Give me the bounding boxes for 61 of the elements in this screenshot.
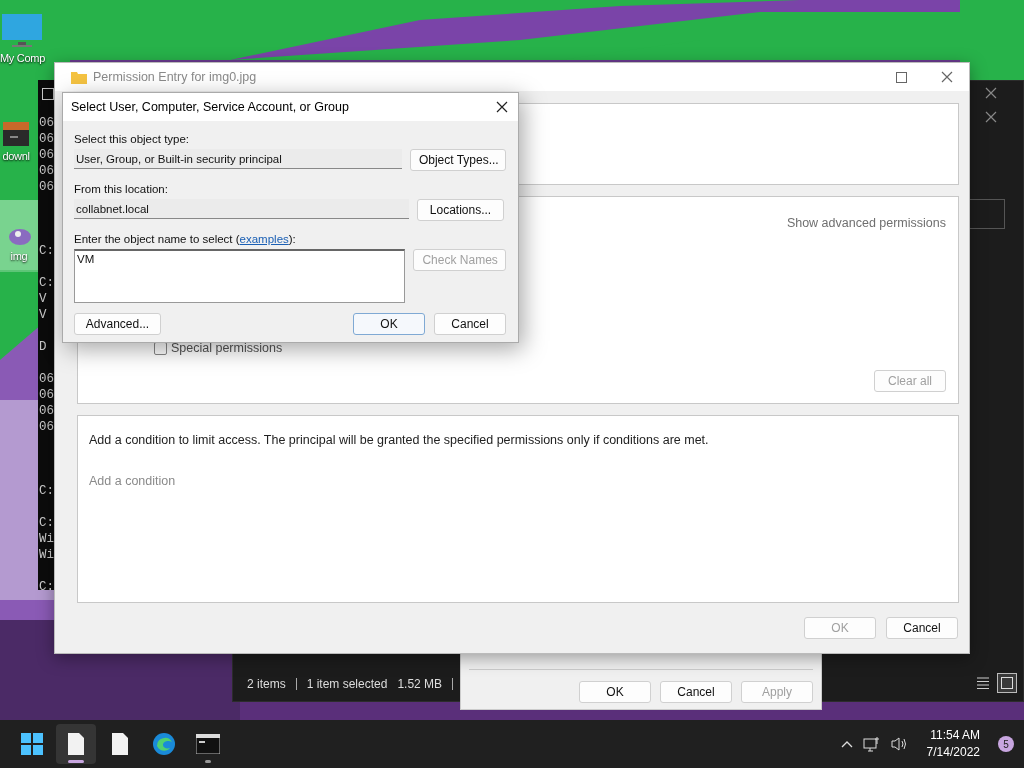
- console-text: C:: [39, 243, 54, 259]
- console-text: Wi: [39, 531, 54, 547]
- folder-icon: [71, 70, 87, 84]
- terminal-icon[interactable]: [196, 734, 220, 754]
- browser-icon[interactable]: [152, 732, 176, 756]
- notification-badge[interactable]: 5: [998, 736, 1014, 752]
- console-text: C:: [39, 275, 54, 291]
- field-label: From this location:: [74, 183, 169, 195]
- console-text: V: [39, 307, 47, 323]
- file-icon[interactable]: [112, 733, 128, 755]
- console-text: C:: [39, 483, 54, 499]
- dialog-button[interactable]: Cancel: [886, 617, 958, 639]
- console-text: 06: [39, 163, 54, 179]
- object-types-button[interactable]: Object Types...: [409, 149, 506, 171]
- clock-date[interactable]: 7/14/2022: [926, 744, 980, 761]
- console-text: 06: [39, 179, 54, 195]
- console-text: 06: [39, 147, 54, 163]
- field-label: Enter the object name to select (examples):: [74, 233, 297, 245]
- show-advanced-link[interactable]: Show advanced permissions: [786, 216, 946, 230]
- console-text: 06: [39, 387, 54, 403]
- add-condition-link[interactable]: Add a condition: [89, 474, 947, 488]
- tiles-view-icon[interactable]: [997, 673, 1017, 693]
- console-text: 06: [39, 419, 54, 435]
- dialog-button[interactable]: Cancel: [434, 313, 506, 335]
- checkbox-label[interactable]: Special permissions: [171, 341, 283, 355]
- location-field: collabnet.local: [74, 199, 409, 219]
- archive-icon[interactable]: [2, 120, 30, 148]
- network-icon[interactable]: [862, 736, 881, 752]
- console-text: 06: [39, 371, 54, 387]
- dialog-button[interactable]: Cancel: [660, 681, 732, 703]
- dialog-title: Select User, Computer, Service Account, or Group: [71, 100, 349, 114]
- clock-time[interactable]: 11:54 AM: [930, 727, 980, 744]
- dialog-button[interactable]: OK: [579, 681, 651, 703]
- file-icon[interactable]: [68, 733, 84, 755]
- console-text: 06: [39, 115, 54, 131]
- console-text: Wi: [39, 547, 54, 563]
- console-icon: [42, 88, 54, 100]
- console-text: 06: [39, 403, 54, 419]
- status-text: 1.52 MB: [397, 677, 443, 691]
- maximize-icon[interactable]: [896, 71, 907, 83]
- field-label: Select this object type:: [74, 133, 191, 145]
- status-text: 1 item selected: [306, 677, 388, 691]
- advanced-button[interactable]: Advanced...: [74, 313, 161, 335]
- console-text: 06: [39, 131, 54, 147]
- object-type-field: User, Group, or Built-in security principal: [74, 149, 402, 169]
- dialog-button[interactable]: OK: [353, 313, 425, 335]
- console-text: V: [39, 291, 47, 307]
- volume-icon[interactable]: [890, 736, 909, 752]
- console-text: C:: [39, 515, 54, 531]
- close-icon[interactable]: [496, 101, 508, 113]
- windows-logo-icon[interactable]: [21, 733, 43, 755]
- taskbar-button[interactable]: [56, 724, 96, 764]
- status-text: 2 items: [247, 677, 286, 691]
- locations-button[interactable]: Locations...: [417, 199, 504, 221]
- chevron-up-icon[interactable]: [840, 740, 853, 748]
- console-text: C:: [39, 579, 54, 595]
- window-title: Permission Entry for img0.jpg: [93, 70, 258, 84]
- condition-text: Add a condition to limit access. The principal will be granted the specified permissions only if conditions are met.: [89, 433, 710, 447]
- object-name-field[interactable]: VM: [74, 249, 406, 303]
- examples-link[interactable]: examples: [239, 233, 289, 245]
- console-text: D: [39, 339, 47, 355]
